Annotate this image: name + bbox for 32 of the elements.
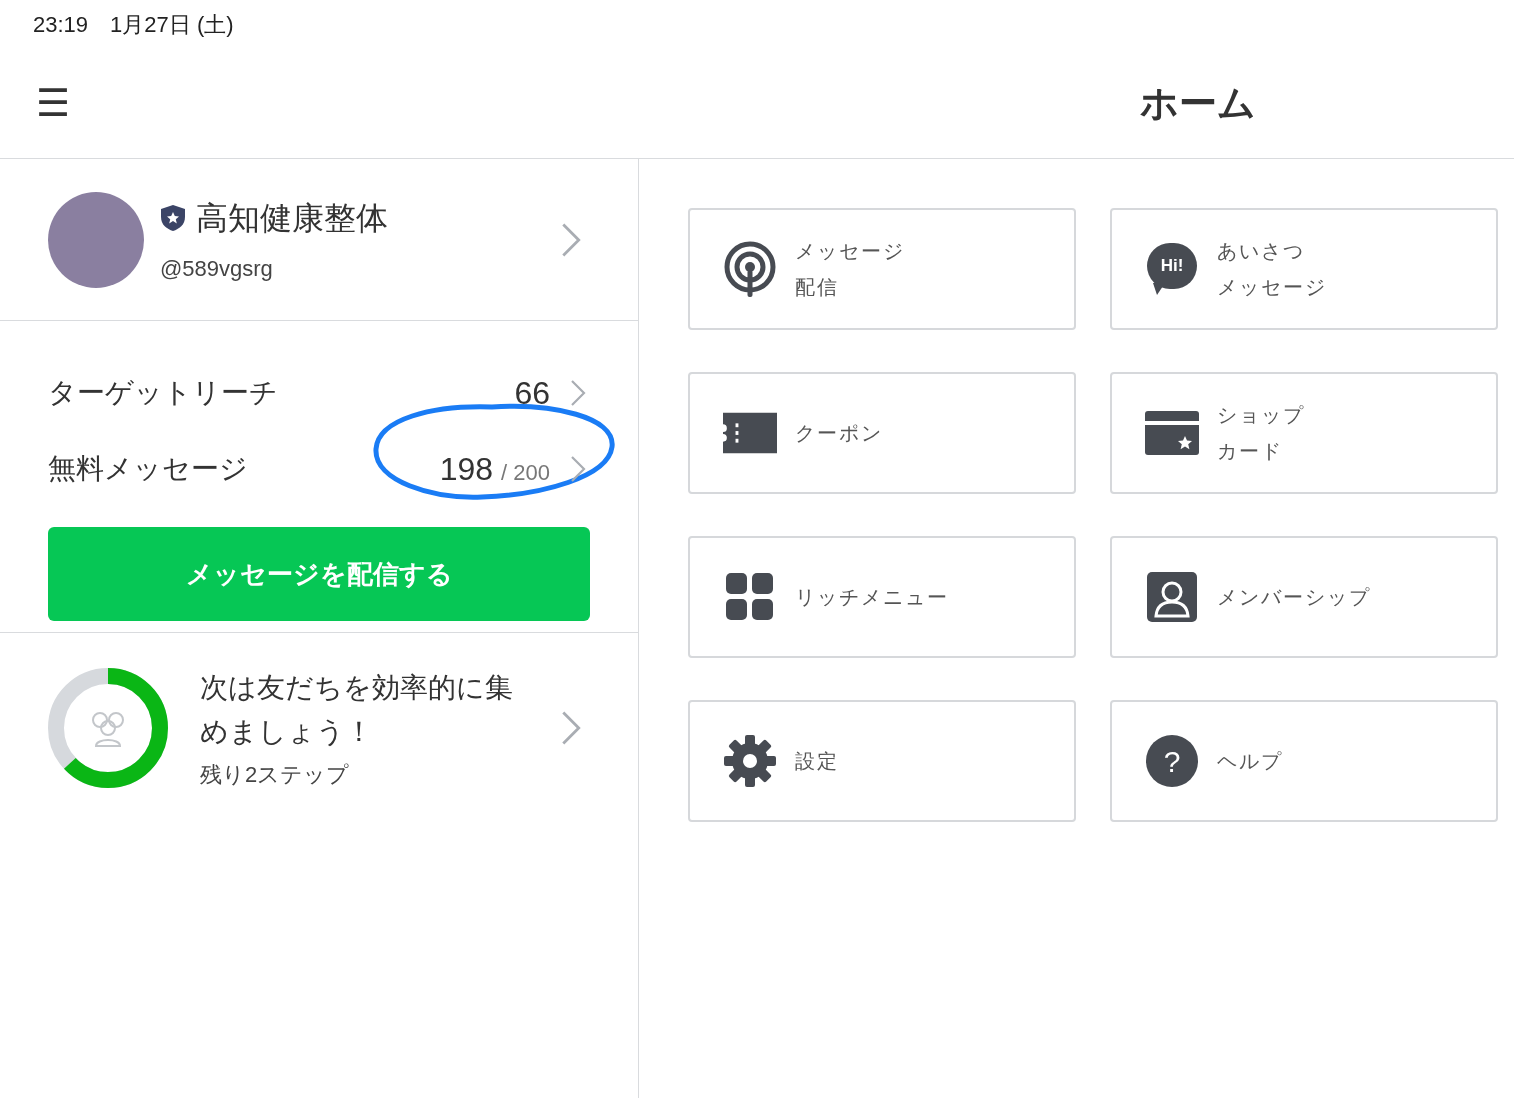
- menu-tile[interactable]: 設定: [688, 700, 1076, 822]
- menu-button[interactable]: ☰: [36, 84, 70, 122]
- chevron-right-icon: [570, 455, 586, 483]
- stat-value: 66: [514, 374, 550, 413]
- help-icon: ?: [1146, 735, 1198, 787]
- broadcast-icon: [723, 240, 777, 298]
- page-title: ホーム: [1140, 80, 1256, 126]
- progress-title: 次は友だちを効率的に集めましょう！: [200, 670, 514, 749]
- grid-icon: [726, 573, 774, 621]
- menu-tile[interactable]: メンバーシップ: [1110, 536, 1498, 658]
- chevron-right-icon: [560, 221, 582, 258]
- ticket-icon: [723, 412, 777, 454]
- menu-tile[interactable]: ショップ カード: [1110, 372, 1498, 494]
- settings-icon: [724, 735, 776, 787]
- person-icon: [1147, 572, 1197, 622]
- menu-tile[interactable]: クーポン: [688, 372, 1076, 494]
- stat-label: 無料メッセージ: [48, 452, 249, 486]
- status-date: 1月27日 (土): [110, 10, 234, 39]
- chevron-right-icon: [560, 710, 582, 746]
- chevron-right-icon: [570, 379, 586, 407]
- card-icon: [1145, 411, 1199, 455]
- status-time: 23:19: [33, 10, 89, 39]
- menu-tile[interactable]: ? ヘルプ: [1110, 700, 1498, 822]
- account-name: 高知健康整体: [196, 199, 388, 238]
- menu-tile[interactable]: Hi! あいさつ メッセージ: [1110, 208, 1498, 330]
- account-id: @589vgsrg: [160, 255, 274, 283]
- shield-star-icon: [160, 204, 186, 232]
- stat-label: ターゲットリーチ: [48, 376, 279, 410]
- menu-tile[interactable]: リッチメニュー: [688, 536, 1076, 658]
- progress-subtitle: 残り2ステップ: [200, 760, 351, 789]
- menu-tile[interactable]: メッセージ 配信: [688, 208, 1076, 330]
- stat-value: 198 / 200: [439, 450, 550, 489]
